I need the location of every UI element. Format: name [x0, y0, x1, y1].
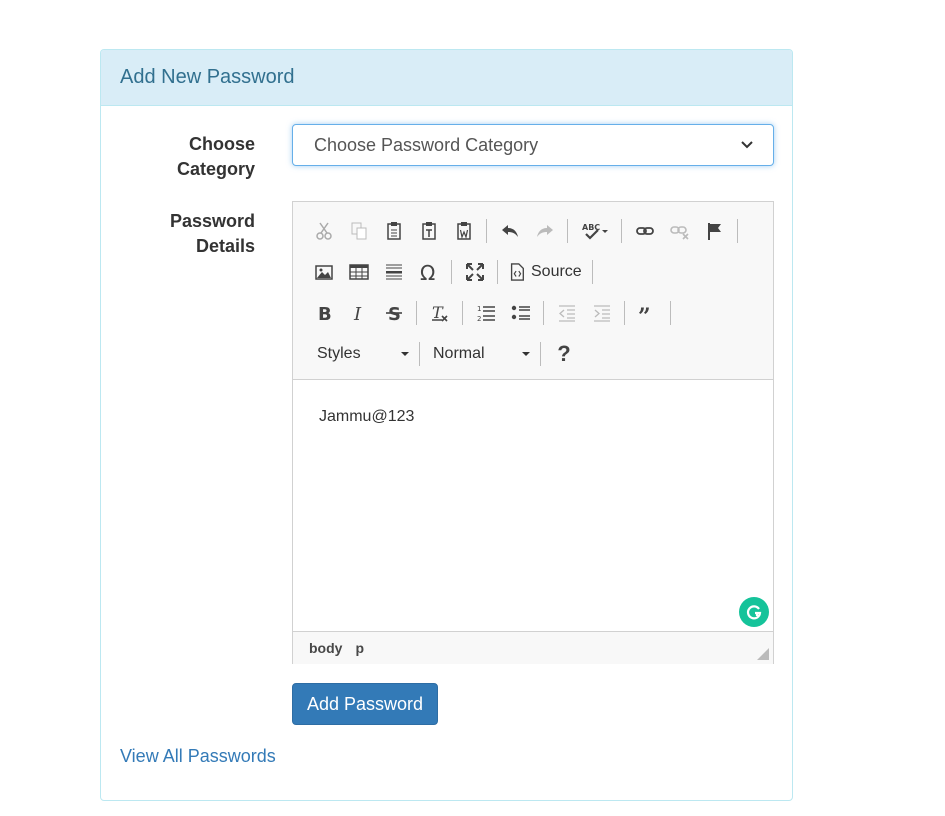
spellcheck-icon[interactable]: ABC	[578, 218, 612, 244]
toolbar-separator	[416, 300, 417, 325]
svg-text:1: 1	[477, 305, 481, 313]
toolbar-separator	[497, 259, 498, 284]
help-button[interactable]: ?	[551, 341, 577, 367]
toolbar-separator	[624, 300, 625, 325]
toolbar-separator	[543, 300, 544, 325]
svg-text:Ω: Ω	[420, 262, 435, 282]
format-combo-label: Normal	[433, 344, 485, 362]
grammarly-icon[interactable]	[739, 597, 769, 627]
unlink-icon[interactable]	[667, 218, 693, 244]
details-label-line2: Details	[195, 236, 255, 256]
category-select-value: Choose Password Category	[314, 134, 539, 155]
toolbar-separator	[567, 218, 568, 243]
bold-icon[interactable]: B	[311, 300, 337, 326]
panel-title: Add New Password	[120, 66, 295, 88]
toolbar-separator	[462, 300, 463, 325]
caret-down-icon	[522, 351, 530, 356]
panel-heading: Add New Password	[101, 50, 792, 106]
paste-icon[interactable]	[381, 218, 407, 244]
toolbar-separator	[621, 218, 622, 243]
source-icon	[510, 262, 524, 281]
editor-toolbar: ABC Ω Source B I S T 1 2 ” Styles Normal…	[293, 202, 773, 380]
resize-handle-icon[interactable]	[757, 648, 769, 660]
category-select[interactable]: Choose Password Category	[292, 124, 774, 166]
toolbar-separator	[451, 259, 452, 284]
anchor-icon[interactable]	[702, 218, 728, 244]
source-label: Source	[531, 262, 582, 280]
horizontal-rule-icon[interactable]	[381, 259, 407, 285]
indent-icon[interactable]	[589, 300, 615, 326]
toolbar-row-4: Styles Normal ?	[311, 333, 773, 374]
special-char-icon[interactable]: Ω	[416, 259, 442, 285]
svg-text:B: B	[318, 304, 332, 323]
strike-icon[interactable]: S	[381, 300, 407, 326]
toolbar-separator	[591, 259, 593, 284]
path-item-p[interactable]: p	[355, 640, 364, 656]
maximize-icon[interactable]	[462, 259, 488, 285]
details-label: Password Details	[115, 209, 255, 259]
blockquote-icon[interactable]: ”	[635, 300, 661, 326]
copy-icon[interactable]	[346, 218, 372, 244]
editor-content-area[interactable]: Jammu@123	[293, 380, 773, 631]
view-all-passwords-link[interactable]: View All Passwords	[120, 746, 276, 767]
redo-icon[interactable]	[532, 218, 558, 244]
svg-text:I: I	[353, 304, 362, 323]
link-icon[interactable]	[632, 218, 658, 244]
image-icon[interactable]	[311, 259, 337, 285]
source-button[interactable]: Source	[508, 263, 582, 281]
paste-text-icon[interactable]	[416, 218, 442, 244]
add-password-panel: Add New Password Choose Category Choose …	[100, 49, 793, 801]
caret-down-icon	[401, 351, 409, 356]
toolbar-separator	[540, 341, 541, 366]
bulleted-list-icon[interactable]	[508, 300, 534, 326]
paste-word-icon[interactable]	[451, 218, 477, 244]
category-label-line1: Choose	[188, 134, 255, 154]
toolbar-row-1: ABC	[311, 210, 773, 251]
table-icon[interactable]	[346, 259, 372, 285]
editor-path-bar: body p	[293, 631, 773, 664]
styles-combo[interactable]: Styles	[311, 340, 409, 368]
undo-icon[interactable]	[497, 218, 523, 244]
category-label-line2: Category	[176, 159, 255, 179]
toolbar-separator	[737, 218, 738, 243]
toolbar-row-2: Ω Source	[311, 251, 773, 292]
italic-icon[interactable]: I	[346, 300, 372, 326]
details-label-line1: Password	[169, 211, 255, 231]
svg-text:T: T	[432, 303, 444, 322]
toolbar-row-3: B I S T 12 ”	[311, 292, 773, 333]
toolbar-separator	[486, 218, 487, 243]
chevron-down-icon	[741, 141, 753, 149]
add-password-button[interactable]: Add Password	[292, 683, 438, 725]
outdent-icon[interactable]	[554, 300, 580, 326]
rich-text-editor: ABC Ω Source B I S T 1 2 ” Styles Normal…	[292, 201, 774, 664]
styles-combo-label: Styles	[317, 344, 361, 362]
svg-text:”: ”	[638, 304, 651, 323]
path-item-body[interactable]: body	[309, 640, 342, 656]
cut-icon[interactable]	[311, 218, 337, 244]
numbered-list-icon[interactable]: 12	[473, 300, 499, 326]
editor-paragraph: Jammu@123	[319, 408, 415, 425]
remove-format-icon[interactable]: T	[427, 300, 453, 326]
category-label: Choose Category	[115, 132, 255, 182]
format-combo[interactable]: Normal	[430, 340, 530, 368]
svg-text:2: 2	[477, 315, 481, 323]
toolbar-separator	[419, 341, 420, 366]
toolbar-separator	[670, 300, 671, 325]
